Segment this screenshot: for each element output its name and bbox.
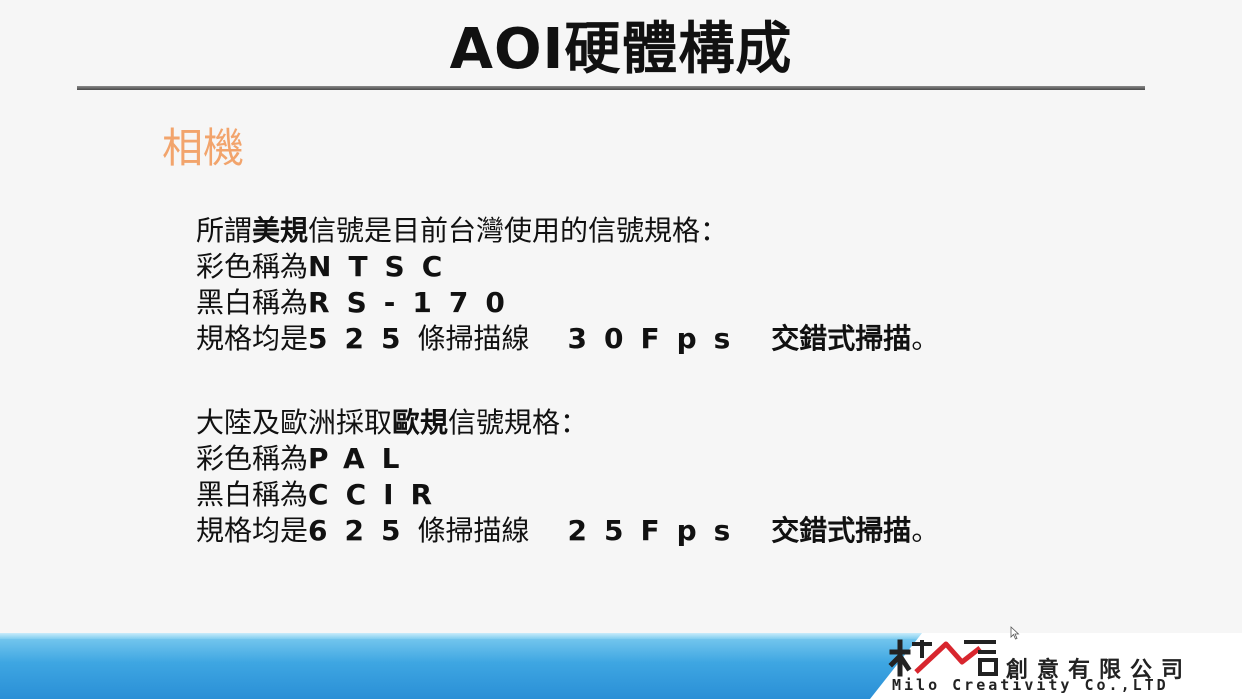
- pal-intro-line: 大陸及歐洲採取歐規信號規格：: [196, 405, 939, 441]
- pal-spec-unit: 條掃描線: [417, 514, 530, 547]
- ntsc-spec-label: 規格均是: [196, 322, 309, 355]
- pal-intro-prefix: 大陸及歐洲採取: [196, 406, 393, 439]
- pal-spec-fps: 25Fps: [567, 514, 748, 547]
- pal-intro-bold: 歐規: [392, 406, 449, 439]
- ntsc-spec-scan: 交錯式掃描: [771, 322, 912, 355]
- pal-intro-suffix: 信號規格：: [448, 406, 589, 439]
- ntsc-spec-end: 。: [911, 322, 940, 355]
- ntsc-bw-value: RS-170: [308, 286, 522, 319]
- pal-color-value: PAL: [308, 442, 417, 475]
- pal-spec-end: 。: [911, 514, 940, 547]
- pal-bw-label: 黑白稱為: [196, 478, 309, 511]
- pal-color-line: 彩色稱為PAL: [196, 441, 939, 477]
- pal-spec-line: 規格均是625條掃描線 25Fps 交錯式掃描。: [196, 513, 939, 549]
- ntsc-bw-label: 黑白稱為: [196, 286, 309, 319]
- company-logo-icon: [888, 639, 998, 677]
- ntsc-spec-line: 規格均是525條掃描線 30Fps 交錯式掃描。: [196, 321, 939, 357]
- ntsc-spec-fps: 30Fps: [567, 322, 748, 355]
- ntsc-spec-unit: 條掃描線: [417, 322, 530, 355]
- pal-color-label: 彩色稱為: [196, 442, 309, 475]
- mouse-cursor-icon: [1010, 626, 1020, 640]
- slide-body: 所謂美規信號是目前台灣使用的信號規格： 彩色稱為NTSC 黑白稱為RS-170 …: [196, 213, 939, 549]
- ntsc-color-line: 彩色稱為NTSC: [196, 249, 939, 285]
- pal-spec-scan: 交錯式掃描: [771, 514, 912, 547]
- ntsc-intro-prefix: 所謂: [196, 214, 253, 247]
- section-heading: 相機: [162, 124, 244, 172]
- title-divider: [77, 86, 1145, 90]
- ntsc-bw-line: 黑白稱為RS-170: [196, 285, 939, 321]
- company-name-en: Milo Creativity Co.,LTD: [892, 676, 1169, 694]
- ntsc-color-value: NTSC: [308, 250, 460, 283]
- ntsc-spec-lines: 525: [308, 322, 418, 355]
- slide-title: AOI硬體構成: [449, 17, 793, 82]
- pal-bw-value: CCIR: [308, 478, 450, 511]
- ntsc-intro-suffix: 信號是目前台灣使用的信號規格：: [308, 214, 729, 247]
- pal-spec-lines: 625: [308, 514, 418, 547]
- ntsc-color-label: 彩色稱為: [196, 250, 309, 283]
- ntsc-intro-line: 所謂美規信號是目前台灣使用的信號規格：: [196, 213, 939, 249]
- pal-bw-line: 黑白稱為CCIR: [196, 477, 939, 513]
- ntsc-intro-bold: 美規: [252, 214, 309, 247]
- slide: AOI硬體構成 相機 所謂美規信號是目前台灣使用的信號規格： 彩色稱為NTSC …: [0, 0, 1242, 699]
- pal-spec-label: 規格均是: [196, 514, 309, 547]
